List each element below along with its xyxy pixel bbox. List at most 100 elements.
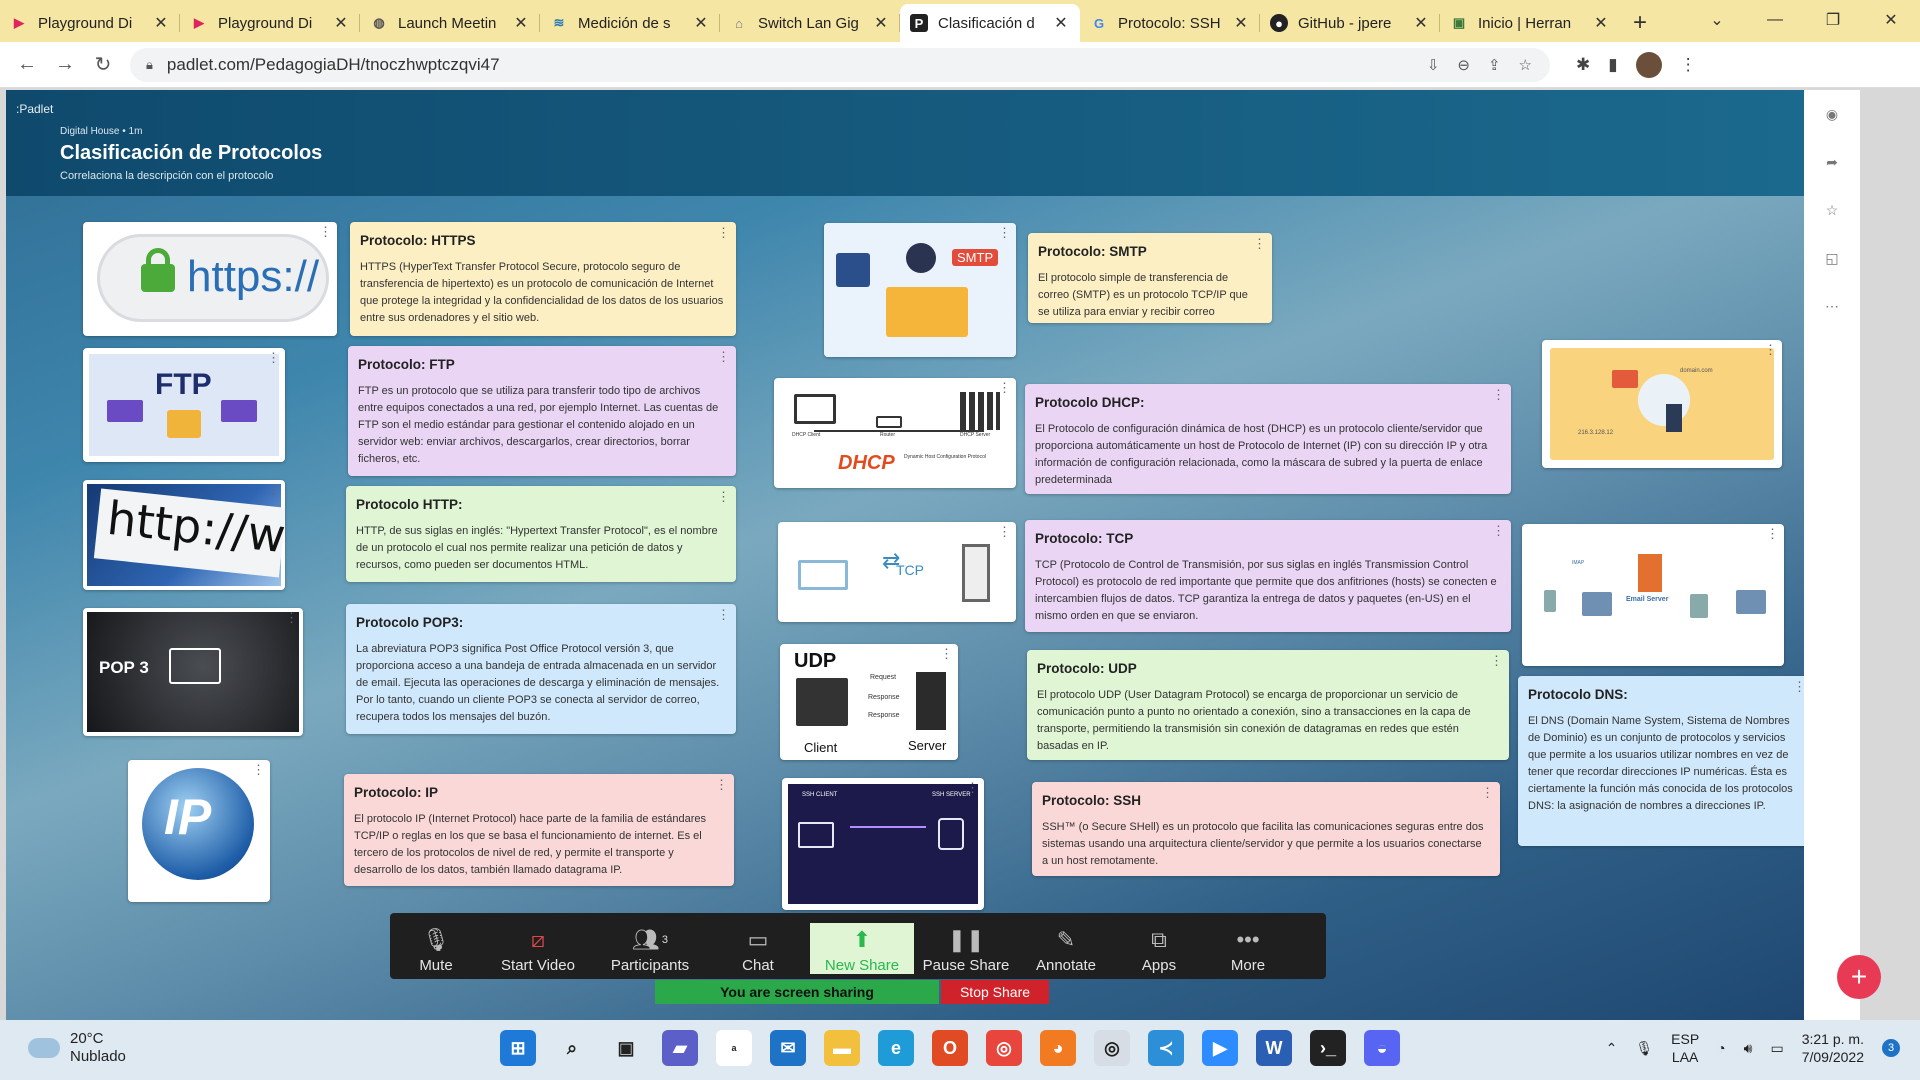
card-ssh[interactable]: ⋮ Protocolo: SSH SSH™ (o Secure SHell) e…	[1032, 782, 1500, 876]
browser-tab[interactable]: ◍ Launch Meetin ✕	[360, 4, 540, 42]
close-icon[interactable]: ✕	[332, 13, 350, 33]
http-image[interactable]: ⋮ http://ww	[83, 480, 285, 590]
side-panel-icon[interactable]: ▮	[1608, 55, 1617, 75]
browser-tab[interactable]: G Protocolo: SSH ✕	[1080, 4, 1260, 42]
chrome-icon[interactable]: ◎	[986, 1030, 1022, 1066]
firefox-icon[interactable]: ◕	[1040, 1030, 1076, 1066]
more-button[interactable]: ••• More	[1204, 923, 1292, 974]
zoom-icon[interactable]: ⊖	[1457, 56, 1470, 74]
post-menu-icon[interactable]: ⋮	[717, 226, 730, 239]
close-window-icon[interactable]: ✕	[1862, 0, 1920, 40]
apps-button[interactable]: ⧉ Apps	[1114, 923, 1204, 974]
tcp-image[interactable]: ⋮ TCP ⇄	[778, 522, 1016, 622]
padlet-logo[interactable]: :Padlet	[16, 102, 53, 116]
post-menu-icon[interactable]: ⋮	[998, 381, 1011, 394]
share-icon[interactable]: ⇪	[1488, 56, 1501, 74]
language-indicator[interactable]: ESP LAA	[1671, 1030, 1699, 1066]
post-menu-icon[interactable]: ⋮	[267, 351, 280, 364]
remake-icon[interactable]: ◱	[1804, 234, 1860, 282]
word-icon[interactable]: W	[1256, 1030, 1292, 1066]
mail-icon[interactable]: ✉	[770, 1030, 806, 1066]
annotate-button[interactable]: ✎ Annotate	[1018, 923, 1114, 974]
browser-tab-active[interactable]: P Clasificación d ✕	[900, 4, 1080, 42]
back-icon[interactable]: ←	[8, 46, 46, 84]
post-menu-icon[interactable]: ⋮	[1766, 527, 1779, 540]
menu-icon[interactable]: ⋮	[1680, 55, 1697, 75]
share-icon[interactable]: ➦	[1804, 138, 1860, 186]
browser-tab[interactable]: ≋ Medición de s ✕	[540, 4, 720, 42]
task-view-icon[interactable]: ▣	[608, 1030, 644, 1066]
address-bar[interactable]: 🔒︎ padlet.com/PedagogiaDH/tnoczhwptczqvi…	[130, 47, 1550, 82]
udp-image[interactable]: ⋮ UDP Request Response Response Client S…	[780, 644, 958, 760]
card-dhcp[interactable]: ⋮ Protocolo DHCP: El Protocolo de config…	[1025, 384, 1511, 494]
post-menu-icon[interactable]: ⋮	[285, 611, 298, 624]
star-icon[interactable]: ☆	[1519, 56, 1532, 74]
chevron-down-icon[interactable]: ⌄	[1688, 0, 1746, 40]
chevron-up-icon[interactable]: ⌃	[1606, 1040, 1618, 1057]
avatar[interactable]	[1635, 51, 1662, 78]
discord-icon[interactable]: ◒	[1364, 1030, 1400, 1066]
browser-tab[interactable]: ● GitHub - jpere ✕	[1260, 4, 1440, 42]
teams-chat-icon[interactable]: ▰	[662, 1030, 698, 1066]
close-icon[interactable]: ✕	[1052, 13, 1070, 33]
search-icon[interactable]: ⌕	[554, 1030, 590, 1066]
card-https[interactable]: ⋮ Protocolo: HTTPS HTTPS (HyperText Tran…	[350, 222, 736, 336]
notification-badge[interactable]: 3	[1882, 1039, 1900, 1058]
close-icon[interactable]: ✕	[512, 13, 530, 33]
post-menu-icon[interactable]: ⋮	[1490, 654, 1503, 667]
smtp-image[interactable]: ⋮ SMTP	[824, 223, 1016, 357]
post-menu-icon[interactable]: ⋮	[717, 490, 730, 503]
post-menu-icon[interactable]: ⋮	[1253, 237, 1266, 250]
forward-icon[interactable]: →	[46, 46, 84, 84]
post-menu-icon[interactable]: ⋮	[940, 647, 953, 660]
post-menu-icon[interactable]: ⋮	[717, 608, 730, 621]
dns-image[interactable]: ⋮ domain.com 216.3.128.12	[1542, 340, 1782, 468]
close-icon[interactable]: ✕	[1592, 13, 1610, 33]
browser-tab[interactable]: ⌂ Switch Lan Gig ✕	[720, 4, 900, 42]
vscode-icon[interactable]: ≺	[1148, 1030, 1184, 1066]
browser-tab[interactable]: ▶ Playground Di ✕	[180, 4, 360, 42]
pop3-image[interactable]: ⋮ POP 3	[83, 608, 303, 736]
start-video-button[interactable]: ⧄ Start Video	[482, 923, 594, 974]
microphone-icon[interactable]: 🎙︎	[1635, 1040, 1653, 1057]
post-menu-icon[interactable]: ⋮	[715, 778, 728, 791]
close-icon[interactable]: ✕	[1412, 13, 1430, 33]
office-icon[interactable]: O	[932, 1030, 968, 1066]
post-menu-icon[interactable]: ⋮	[1481, 786, 1494, 799]
card-tcp[interactable]: ⋮ Protocolo: TCP TCP (Protocolo de Contr…	[1025, 520, 1511, 632]
post-menu-icon[interactable]: ⋮	[1492, 524, 1505, 537]
post-menu-icon[interactable]: ⋮	[966, 781, 979, 794]
card-smtp[interactable]: ⋮ Protocolo: SMTP El protocolo simple de…	[1028, 233, 1272, 323]
reload-icon[interactable]: ↻	[84, 46, 122, 84]
chat-button[interactable]: ▭ Chat	[706, 923, 810, 974]
star-icon[interactable]: ☆	[1804, 186, 1860, 234]
clock[interactable]: 3:21 p. m. 7/09/2022	[1802, 1030, 1864, 1066]
more-icon[interactable]: ⋯	[1804, 282, 1860, 330]
battery-icon[interactable]: ▭	[1770, 1040, 1783, 1057]
card-ip[interactable]: ⋮ Protocolo: IP El protocolo IP (Interne…	[344, 774, 734, 886]
terminal-icon[interactable]: ›_	[1310, 1030, 1346, 1066]
add-post-button[interactable]: +	[1837, 955, 1881, 999]
amazon-icon[interactable]: a	[716, 1030, 752, 1066]
post-menu-icon[interactable]: ⋮	[717, 350, 730, 363]
stop-share-button[interactable]: Stop Share	[941, 980, 1049, 1004]
post-menu-icon[interactable]: ⋮	[319, 225, 332, 238]
file-explorer-icon[interactable]: ▬	[824, 1030, 860, 1066]
card-udp[interactable]: ⋮ Protocolo: UDP El protocolo UDP (User …	[1027, 650, 1509, 760]
close-icon[interactable]: ✕	[152, 13, 170, 33]
ftp-image[interactable]: ⋮ FTP	[83, 348, 285, 462]
extensions-icon[interactable]: ✱	[1576, 55, 1590, 75]
dhcp-image[interactable]: ⋮ DHCP Client Router DHCP Server DHCP Dy…	[774, 378, 1016, 488]
chrome-profile-icon[interactable]: ◎	[1094, 1030, 1130, 1066]
post-menu-icon[interactable]: ⋮	[267, 483, 280, 496]
browser-tab[interactable]: ▣ Inicio | Herran ✕	[1440, 4, 1620, 42]
edge-icon[interactable]: e	[878, 1030, 914, 1066]
card-pop3[interactable]: ⋮ Protocolo POP3: La abreviatura POP3 si…	[346, 604, 736, 734]
avatar-icon[interactable]: ◉	[1804, 90, 1860, 138]
post-menu-icon[interactable]: ⋮	[998, 226, 1011, 239]
minimize-icon[interactable]: —	[1746, 0, 1804, 40]
mute-button[interactable]: 🎙︎ Mute	[390, 923, 482, 974]
volume-icon[interactable]: 🔊︎	[1744, 1040, 1753, 1057]
post-menu-icon[interactable]: ⋮	[252, 763, 265, 776]
pause-share-button[interactable]: ❚❚ Pause Share	[914, 923, 1018, 974]
